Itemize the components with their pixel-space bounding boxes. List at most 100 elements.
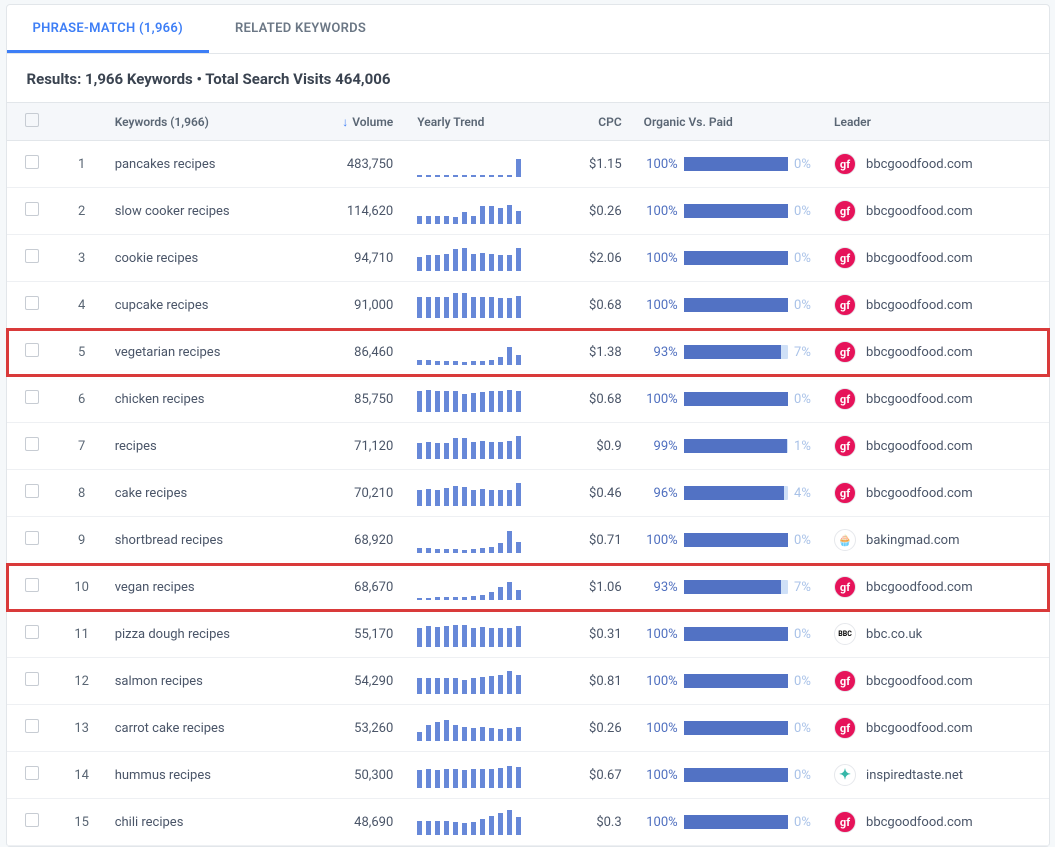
keyword-link[interactable]: cookie recipes [115,251,199,266]
trend-sparkline [417,621,527,647]
keyword-link[interactable]: chili recipes [115,815,184,830]
trend-sparkline [417,433,527,459]
organic-vs-paid-bar: 100%0% [644,674,818,689]
leader-cell[interactable]: gf bbcgoodfood.com [834,717,1040,739]
trend-sparkline [417,151,527,177]
row-checkbox[interactable] [25,484,39,498]
leader-cell[interactable]: gfbbcgoodfood.com [834,153,1040,175]
row-checkbox[interactable] [25,437,39,451]
leader-domain: bbcgoodfood.com [866,721,973,736]
keyword-link[interactable]: chicken recipes [115,392,205,407]
row-checkbox[interactable] [25,531,39,545]
leader-cell[interactable]: gfbbcgoodfood.com [834,482,1040,504]
row-checkbox[interactable] [25,249,39,263]
trend-sparkline [417,527,527,553]
leader-cell[interactable]: gfbbcgoodfood.com [834,294,1040,316]
favicon-icon: gf [834,670,856,692]
table-row: 6chicken recipes85,750$0.68100%0%gfbbcgo… [7,376,1049,423]
favicon-icon: 🧁 [834,529,856,551]
keyword-link[interactable]: vegan recipes [115,580,195,595]
row-checkbox[interactable] [25,390,39,404]
row-checkbox[interactable] [25,202,39,216]
keyword-link[interactable]: cake recipes [115,486,188,501]
row-checkbox[interactable] [25,343,39,357]
keyword-link[interactable]: vegetarian recipes [115,345,221,360]
row-cpc: $0.26 [550,188,636,235]
sort-desc-icon: ↓ [342,115,348,129]
header-leader[interactable]: Leader [826,103,1048,141]
select-all-checkbox[interactable] [25,113,39,127]
header-keywords[interactable]: Keywords (1,966) [107,103,305,141]
row-checkbox[interactable] [25,719,39,733]
leader-cell[interactable]: gf bbcgoodfood.com [834,435,1040,457]
favicon-icon: gf [834,717,856,739]
keyword-link[interactable]: cupcake recipes [115,298,209,313]
table-row: 9shortbread recipes68,920$0.71100%0%🧁bak… [7,517,1049,564]
keyword-link[interactable]: pizza dough recipes [115,627,230,642]
row-volume: 483,750 [305,141,409,188]
row-volume: 54,290 [305,658,409,705]
row-rank: 10 [57,564,107,611]
row-checkbox[interactable] [25,155,39,169]
favicon-icon: gf [834,811,856,833]
keyword-link[interactable]: pancakes recipes [115,157,216,172]
leader-cell[interactable]: gf bbcgoodfood.com [834,811,1040,833]
keyword-link[interactable]: slow cooker recipes [115,204,230,219]
leader-cell[interactable]: 🧁 bakingmad.com [834,529,1040,551]
row-checkbox[interactable] [25,625,39,639]
tab-phrase-match[interactable]: PHRASE-MATCH (1,966) [7,5,209,53]
table-row: 8cake recipes70,210$0.4696%4%gfbbcgoodfo… [7,470,1049,517]
leader-cell[interactable]: gfbbcgoodfood.com [834,670,1040,692]
header-volume[interactable]: ↓Volume [305,103,409,141]
leader-cell[interactable]: gf bbcgoodfood.com [834,341,1040,363]
leader-domain: inspiredtaste.net [866,768,963,783]
keyword-link[interactable]: recipes [115,439,157,454]
row-cpc: $0.81 [550,658,636,705]
leader-cell[interactable]: gfbbcgoodfood.com [834,200,1040,222]
results-summary: Results: 1,966 Keywords • Total Search V… [7,54,1049,102]
row-rank: 12 [57,658,107,705]
leader-cell[interactable]: BBCbbc.co.uk [834,623,1040,645]
trend-sparkline [417,480,527,506]
keyword-link[interactable]: hummus recipes [115,768,211,783]
table-row: 3cookie recipes94,710$2.06100%0%gfbbcgoo… [7,235,1049,282]
leader-domain: bbcgoodfood.com [866,345,973,360]
row-cpc: $0.46 [550,470,636,517]
row-volume: 70,210 [305,470,409,517]
header-cpc[interactable]: CPC [550,103,636,141]
row-rank: 8 [57,470,107,517]
favicon-icon: gf [834,341,856,363]
keyword-link[interactable]: shortbread recipes [115,533,223,548]
tab-related-keywords[interactable]: RELATED KEYWORDS [209,5,392,53]
favicon-icon: gf [834,435,856,457]
row-checkbox[interactable] [25,296,39,310]
keyword-link[interactable]: salmon recipes [115,674,203,689]
row-checkbox[interactable] [25,672,39,686]
table-row: 7recipes71,120$0.999%1%gfbbcgoodfood.com [7,423,1049,470]
row-rank: 3 [57,235,107,282]
header-organic-vs-paid[interactable]: Organic Vs. Paid [636,103,826,141]
row-volume: 91,000 [305,282,409,329]
row-checkbox[interactable] [25,813,39,827]
row-checkbox[interactable] [25,578,39,592]
trend-sparkline [417,386,527,412]
leader-domain: bbcgoodfood.com [866,439,973,454]
leader-cell[interactable]: ✦inspiredtaste.net [834,764,1040,786]
leader-domain: bbcgoodfood.com [866,815,973,830]
leader-domain: bbcgoodfood.com [866,392,973,407]
row-cpc: $0.68 [550,282,636,329]
keyword-link[interactable]: carrot cake recipes [115,721,225,736]
header-trend[interactable]: Yearly Trend [409,103,549,141]
row-checkbox[interactable] [25,766,39,780]
row-cpc: $0.31 [550,611,636,658]
organic-vs-paid-bar: 100%0% [644,627,818,642]
table-row: 13carrot cake recipes53,260$0.26100%0%gf… [7,705,1049,752]
leader-cell[interactable]: gfbbcgoodfood.com [834,388,1040,410]
leader-cell[interactable]: gfbbcgoodfood.com [834,247,1040,269]
leader-cell[interactable]: gfbbcgoodfood.com [834,576,1040,598]
row-cpc: $1.38 [550,329,636,376]
favicon-icon: gf [834,482,856,504]
leader-domain: bakingmad.com [866,533,959,548]
organic-vs-paid-bar: 99%1% [644,439,818,454]
table-row: 2slow cooker recipes114,620$0.26100%0%gf… [7,188,1049,235]
